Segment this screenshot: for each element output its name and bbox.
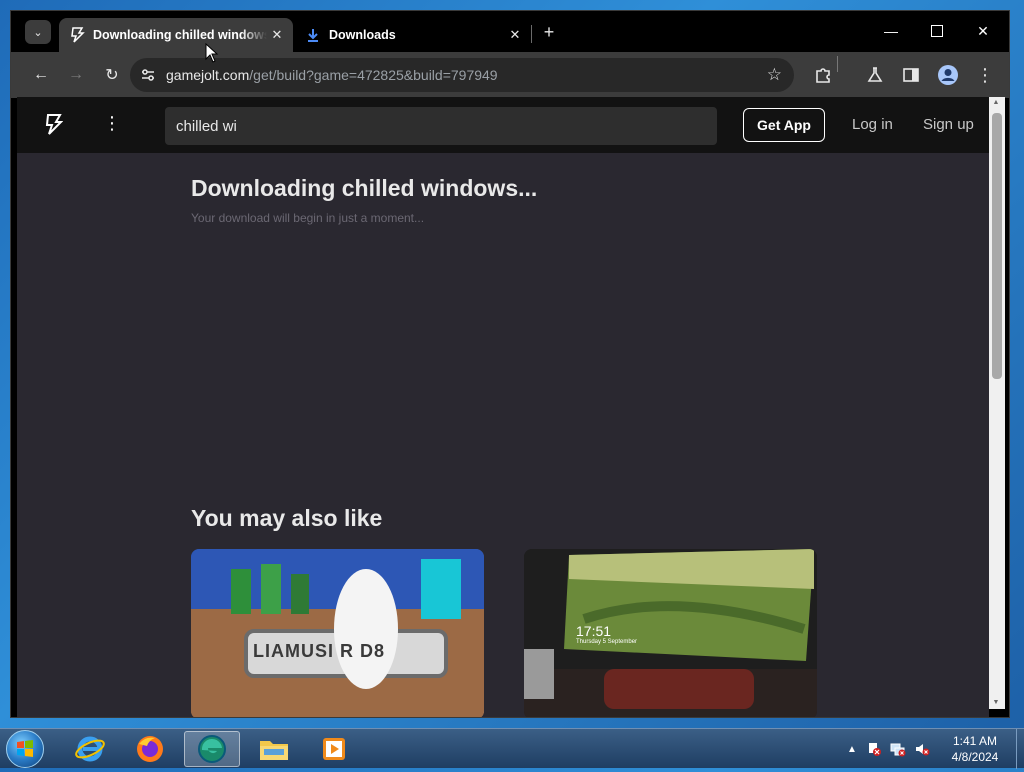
tab-title: Downloading chilled windows... bbox=[93, 28, 267, 42]
network-icon[interactable] bbox=[890, 741, 906, 757]
new-tab-button[interactable]: + bbox=[538, 21, 560, 43]
reload-icon: ↻ bbox=[105, 67, 119, 84]
taskbar-ie[interactable] bbox=[62, 731, 118, 767]
gamejolt-logo-icon[interactable] bbox=[43, 113, 64, 140]
game-thumbnail-landscape bbox=[524, 549, 817, 717]
extensions-button[interactable] bbox=[812, 64, 834, 86]
scroll-up-arrow[interactable]: ▲ bbox=[989, 97, 1003, 109]
page-content: ⋮ Get App Log in Sign up Downloading chi… bbox=[17, 97, 989, 717]
more-vert-icon: ⋮ bbox=[976, 64, 994, 85]
recommended-game-card[interactable]: LIAMUSI R D8 bbox=[191, 549, 484, 717]
reload-button[interactable]: ↻ bbox=[100, 63, 124, 87]
minimize-button[interactable]: — bbox=[868, 19, 914, 43]
download-subtitle: Your download will begin in just a momen… bbox=[191, 211, 425, 225]
chevron-down-icon: ⌄ bbox=[33, 26, 43, 39]
game-thumbnail-vr bbox=[191, 549, 484, 717]
download-icon bbox=[305, 27, 321, 43]
clock-time: 1:41 AM bbox=[952, 734, 998, 748]
tab-strip: ⌄ Downloading chilled windows... ✕ Downl… bbox=[11, 11, 1009, 52]
labs-button[interactable] bbox=[864, 64, 886, 86]
close-icon[interactable]: ✕ bbox=[267, 25, 287, 45]
maximize-button[interactable] bbox=[914, 19, 960, 43]
close-icon: ✕ bbox=[977, 22, 989, 39]
start-button[interactable] bbox=[6, 730, 44, 768]
taskbar-media-player[interactable] bbox=[306, 731, 362, 767]
side-panel-button[interactable] bbox=[900, 64, 922, 86]
lockscreen-date: Thursday 5 September bbox=[576, 639, 638, 645]
recommendations-heading: You may also like bbox=[191, 505, 383, 531]
download-heading: Downloading chilled windows... bbox=[191, 175, 538, 201]
recommended-game-card[interactable]: 17:51 Thursday 5 September bbox=[524, 549, 817, 717]
back-button[interactable]: ← bbox=[29, 63, 53, 87]
toolbar-separator bbox=[837, 56, 838, 72]
site-search-input[interactable] bbox=[165, 107, 717, 145]
tab-title: Downloads bbox=[329, 28, 396, 42]
page-scrollbar[interactable]: ▲ ▼ bbox=[989, 97, 1005, 709]
tab-downloading[interactable]: Downloading chilled windows... ✕ bbox=[59, 18, 293, 52]
card-banner-text: LIAMUSI R D8 bbox=[253, 641, 386, 661]
more-options-icon[interactable]: ⋮ bbox=[103, 113, 121, 135]
internet-explorer-icon bbox=[75, 736, 105, 762]
close-icon[interactable]: ✕ bbox=[505, 25, 525, 45]
address-bar[interactable]: gamejolt.com/get/build?game=472825&build… bbox=[130, 58, 794, 92]
scroll-down-arrow[interactable]: ▼ bbox=[989, 697, 1003, 709]
arrow-right-icon: → bbox=[68, 66, 84, 83]
mouse-cursor-icon bbox=[205, 43, 219, 63]
tab-separator bbox=[531, 25, 532, 43]
site-info-icon[interactable] bbox=[140, 67, 156, 83]
avatar-icon bbox=[938, 65, 958, 85]
menu-button[interactable]: ⋮ bbox=[974, 64, 996, 86]
url-host: gamejolt.com bbox=[166, 67, 250, 83]
folder-icon bbox=[260, 741, 288, 760]
system-clock[interactable]: 1:41 AM 4/8/2024 bbox=[940, 733, 1010, 765]
bookmark-star-icon[interactable]: ☆ bbox=[767, 65, 782, 85]
url-text[interactable]: gamejolt.com/get/build?game=472825&build… bbox=[166, 67, 498, 83]
flask-icon bbox=[867, 67, 883, 82]
tab-search-button[interactable]: ⌄ bbox=[25, 20, 51, 44]
tab-downloads[interactable]: Downloads ✕ bbox=[295, 18, 531, 52]
signup-link[interactable]: Sign up bbox=[923, 116, 974, 133]
taskbar-edge[interactable] bbox=[184, 731, 240, 767]
show-desktop-button[interactable] bbox=[1016, 729, 1024, 769]
side-panel-icon bbox=[903, 68, 919, 82]
site-header: ⋮ Get App Log in Sign up bbox=[17, 97, 989, 153]
lockscreen-time: 17:51 bbox=[576, 623, 612, 639]
action-center-icon[interactable] bbox=[866, 741, 882, 757]
maximize-icon bbox=[931, 25, 943, 37]
media-player-icon bbox=[323, 738, 345, 760]
url-path: /get/build?game=472825&build=797949 bbox=[249, 67, 498, 83]
scrollbar-thumb[interactable] bbox=[992, 113, 1002, 379]
firefox-icon bbox=[137, 736, 163, 762]
gamejolt-bolt-icon bbox=[69, 27, 85, 43]
edge-browser-icon bbox=[198, 735, 226, 763]
get-app-button[interactable]: Get App bbox=[743, 108, 825, 142]
taskbar-explorer[interactable] bbox=[246, 731, 302, 767]
puzzle-icon bbox=[816, 68, 830, 83]
minimize-icon: — bbox=[884, 23, 898, 39]
plus-icon: + bbox=[543, 21, 555, 42]
taskbar-firefox[interactable] bbox=[122, 731, 178, 767]
volume-muted-icon[interactable] bbox=[914, 741, 930, 757]
profile-button[interactable] bbox=[937, 64, 959, 86]
window-close-button[interactable]: ✕ bbox=[960, 19, 1006, 43]
forward-button[interactable]: → bbox=[64, 63, 88, 87]
clock-date: 4/8/2024 bbox=[951, 750, 999, 764]
browser-toolbar: ← → ↻ gamejolt.com/get/build?game=472825… bbox=[11, 52, 1009, 98]
tray-expand-icon[interactable]: ▲ bbox=[844, 741, 860, 757]
arrow-left-icon: ← bbox=[33, 66, 49, 83]
windows-taskbar: ▲ 1:41 AM 4/8/2024 bbox=[0, 728, 1024, 769]
windows-logo-icon bbox=[17, 740, 33, 757]
login-link[interactable]: Log in bbox=[852, 116, 893, 133]
